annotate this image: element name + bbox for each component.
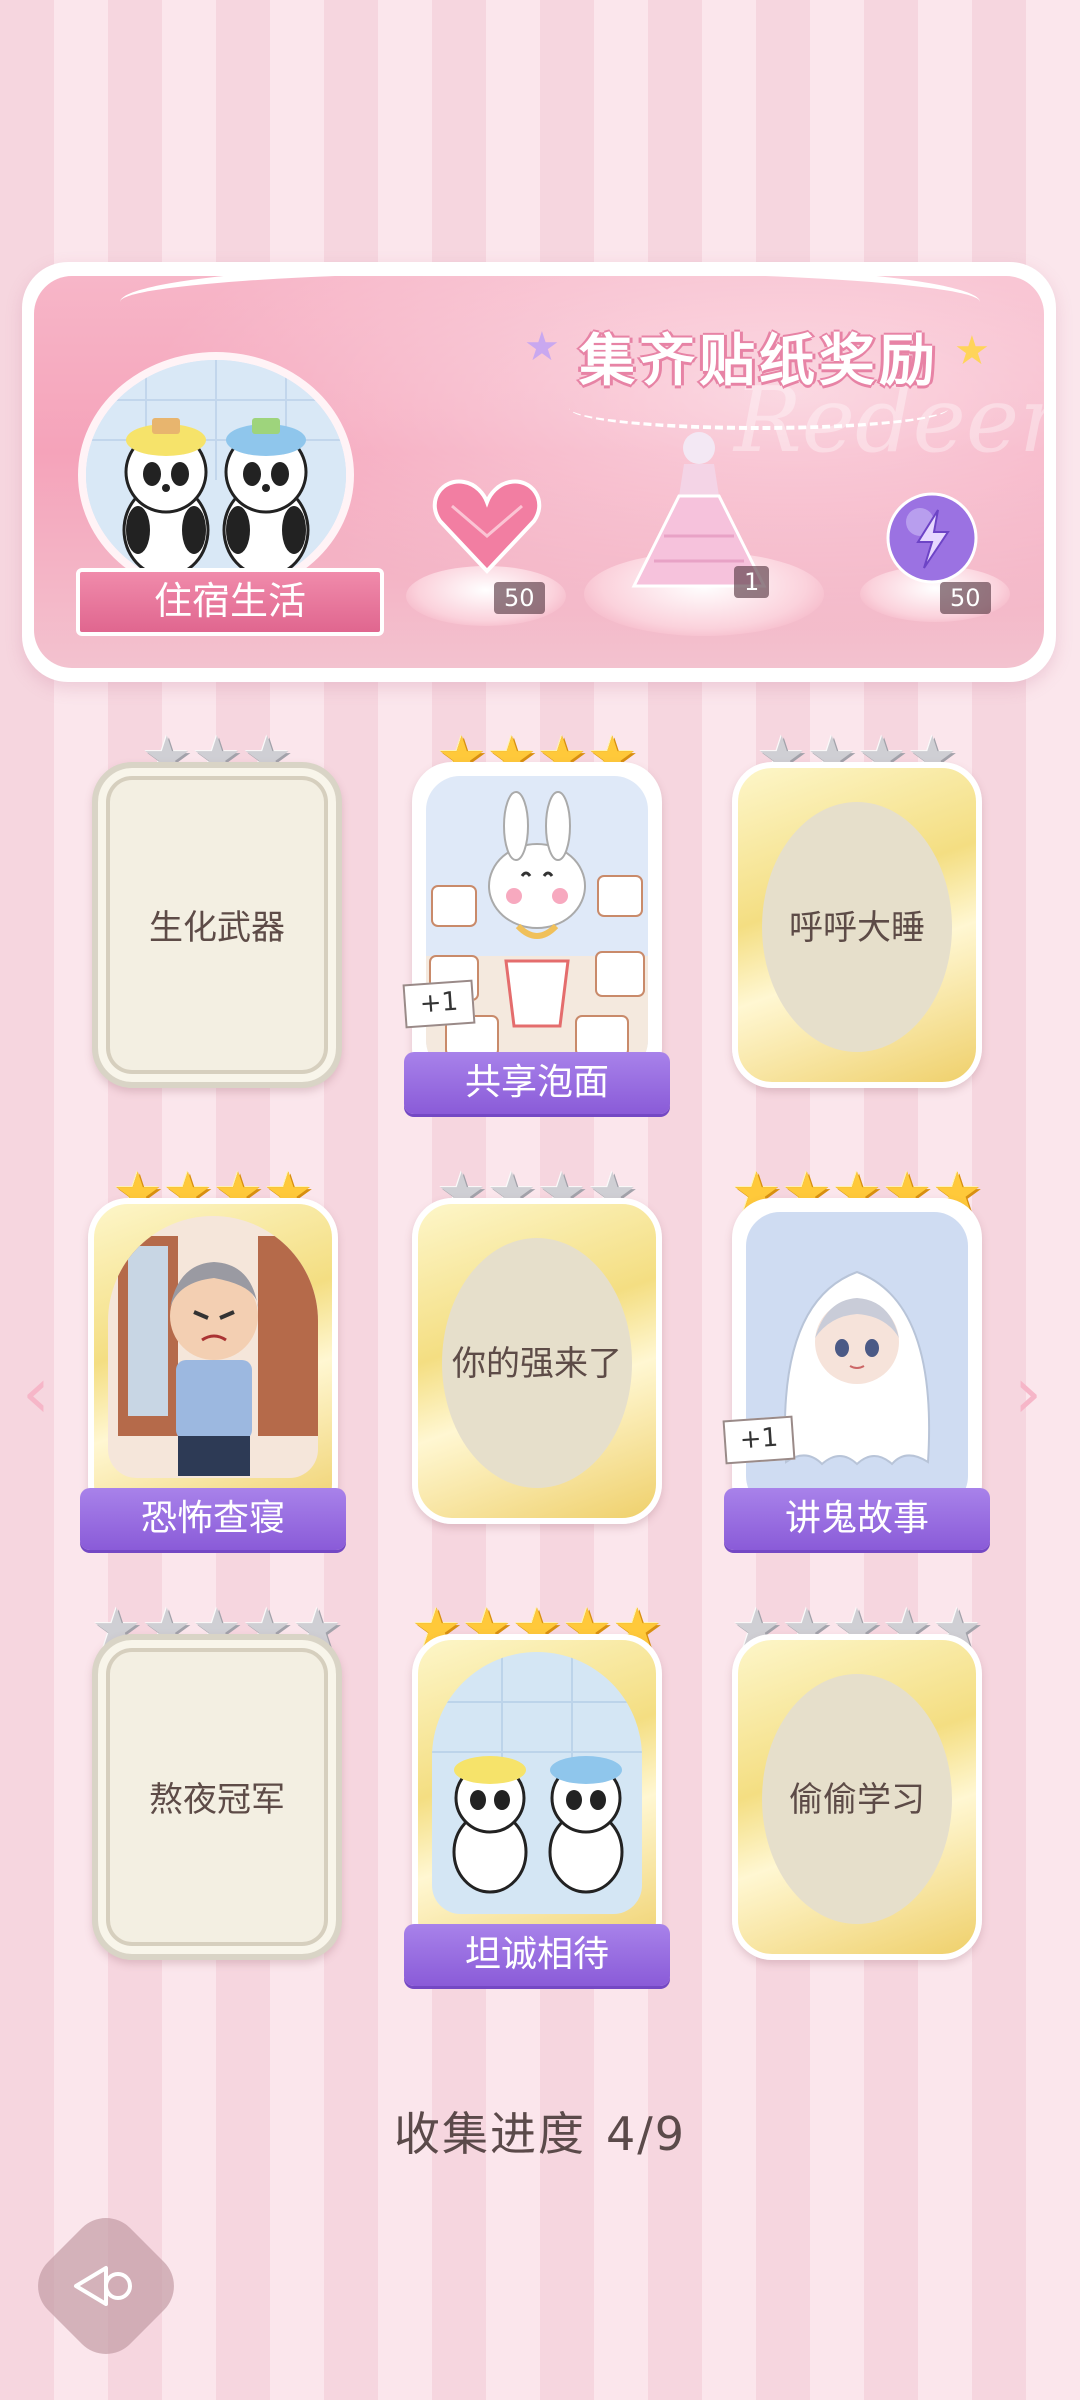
sticker-art — [746, 1212, 968, 1510]
theme-illustration — [78, 352, 354, 598]
sticker-frame-owned — [412, 1634, 662, 1960]
progress-label: 收集进度 — [393, 2107, 586, 2161]
sticker-frame-locked: 你的强来了 — [412, 1198, 662, 1524]
sticker-frame-owned — [412, 762, 662, 1088]
sticker-card[interactable]: ★ ★ ★ ★ ★ 坦诚相待 — [404, 1602, 670, 1986]
sticker-card[interactable]: ★ ★ ★ 生化武器 — [92, 730, 342, 1090]
sticker-art — [426, 776, 648, 1074]
sticker-title-bar: 坦诚相待 — [404, 1924, 670, 1986]
dorm-inspector-icon — [108, 1216, 318, 1478]
chevron-right-icon[interactable]: › — [1014, 1358, 1054, 1428]
panda-pair-icon — [86, 360, 346, 590]
sticker-label: 生化武器 — [149, 908, 285, 948]
sticker-card[interactable]: ★ ★ ★ ★ 恐怖查寝 — [80, 1166, 346, 1550]
reward-count: 1 — [734, 566, 770, 598]
sticker-card[interactable]: ★ ★ ★ ★ ★ +1 讲鬼故事 — [722, 1166, 990, 1550]
sticker-art — [432, 1652, 642, 1914]
duplicate-count-badge: +1 — [722, 1415, 796, 1465]
sticker-card[interactable]: ★ ★ ★ ★ 呼呼大睡 — [732, 730, 982, 1090]
sticker-card[interactable]: ★ ★ ★ ★ ★ 偷偷学习 — [731, 1602, 983, 1962]
reward-count: 50 — [940, 582, 991, 614]
sticker-art — [108, 1216, 318, 1478]
sticker-frame-locked: 呼呼大睡 — [732, 762, 982, 1088]
sticker-frame-owned — [732, 1198, 982, 1524]
progress-value: 4/9 — [605, 2107, 687, 2161]
sticker-label: 呼呼大睡 — [789, 908, 925, 948]
back-icon[interactable] — [68, 2248, 144, 2324]
theme-label: 住宿生活 — [76, 568, 384, 636]
sticker-label: 熬夜冠军 — [149, 1780, 285, 1820]
pink-heart-gem-icon[interactable] — [432, 476, 542, 576]
star-decoration-icon: ★ — [954, 328, 990, 374]
sticker-label: 你的强来了 — [452, 1344, 622, 1384]
sticker-frame-locked: 生化武器 — [92, 762, 342, 1088]
sticker-frame-locked: 熬夜冠军 — [92, 1634, 342, 1960]
duplicate-count-badge: +1 — [402, 979, 476, 1029]
sticker-title-bar: 恐怖查寝 — [80, 1488, 346, 1550]
purple-energy-orb-icon[interactable] — [882, 488, 982, 588]
sticker-title-bar: 共享泡面 — [404, 1052, 670, 1114]
sticker-title-bar: 讲鬼故事 — [724, 1488, 990, 1550]
sticker-card[interactable]: ★ ★ ★ ★ ★ 熬夜冠军 — [91, 1602, 343, 1962]
sticker-label: 偷偷学习 — [789, 1780, 925, 1820]
sticker-card[interactable]: ★ ★ ★ ★ 你的强来了 — [412, 1166, 662, 1526]
sticker-card[interactable]: ★ ★ ★ ★ +1 共享泡面 — [402, 730, 670, 1114]
sticker-frame-locked: 偷偷学习 — [732, 1634, 982, 1960]
chevron-left-icon[interactable]: ‹ — [22, 1358, 62, 1428]
sticker-frame-owned — [88, 1198, 338, 1524]
bunny-noodles-icon — [426, 776, 648, 1074]
collection-progress: 收集进度 4/9 — [0, 2098, 1080, 2164]
panda-bath-icon — [432, 1652, 642, 1914]
ghost-boy-icon — [746, 1212, 968, 1510]
reward-count: 50 — [494, 582, 545, 614]
banner-arc-decoration — [120, 262, 980, 342]
